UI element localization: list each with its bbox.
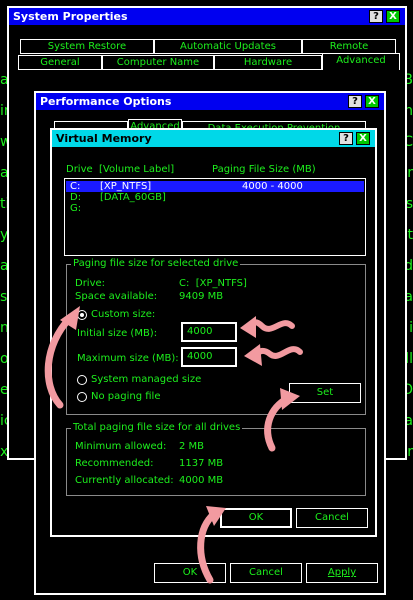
drive-label: [XP_NTFS] <box>100 181 152 192</box>
total-paging-group: Total paging file size for all drives Mi… <box>66 422 366 496</box>
background-text-fragment: r <box>407 165 413 181</box>
drive-column-header: Drive [Volume Label] <box>66 164 175 175</box>
drive-row-c[interactable]: C: [XP_NTFS] 4000 - 4000 <box>66 181 364 192</box>
no-paging-radio[interactable] <box>77 392 87 402</box>
virtual-memory-dialog: Virtual Memory ? X Drive [Volume Label] … <box>50 128 377 537</box>
help-button[interactable]: ? <box>369 10 383 23</box>
help-button[interactable]: ? <box>348 95 362 108</box>
recommended-label: Recommended: <box>75 458 154 469</box>
group-legend: Total paging file size for all drives <box>71 422 243 433</box>
ok-button[interactable]: OK <box>154 563 226 583</box>
tab-system-restore[interactable]: System Restore <box>20 39 154 54</box>
close-button[interactable]: X <box>365 95 379 108</box>
drive-row-g[interactable]: G: <box>66 203 364 214</box>
tab-advanced[interactable]: Advanced <box>322 53 400 70</box>
initial-size-label: Initial size (MB): <box>77 328 158 339</box>
paging-size-column-header: Paging File Size (MB) <box>212 164 316 175</box>
cancel-button[interactable]: Cancel <box>230 563 302 583</box>
help-button[interactable]: ? <box>339 132 353 145</box>
custom-size-label[interactable]: Custom size: <box>91 309 155 320</box>
group-legend: Paging file size for selected drive <box>71 258 241 269</box>
drive-letter: D: <box>70 192 82 203</box>
window-title: Performance Options <box>40 95 172 108</box>
performance-options-titlebar: Performance Options ? X <box>36 93 384 110</box>
ok-button[interactable]: OK <box>220 508 292 528</box>
drive-list[interactable]: C: [XP_NTFS] 4000 - 4000 D: [DATA_60GB] … <box>64 178 366 256</box>
selected-drive-group: Paging file size for selected drive Driv… <box>66 258 366 415</box>
maximum-size-label: Maximum size (MB): <box>77 353 179 364</box>
drive-value: C: [XP_NTFS] <box>179 278 247 289</box>
tab-remote[interactable]: Remote <box>302 39 396 54</box>
window-title: System Properties <box>13 10 128 23</box>
close-button[interactable]: X <box>386 10 400 23</box>
tab-automatic-updates[interactable]: Automatic Updates <box>154 39 302 54</box>
minimum-allowed-label: Minimum allowed: <box>75 441 167 452</box>
system-managed-label[interactable]: System managed size <box>91 374 201 385</box>
system-managed-radio[interactable] <box>77 375 87 385</box>
tab-general[interactable]: General <box>18 55 102 70</box>
set-button[interactable]: Set <box>289 383 361 403</box>
space-available-value: 9409 MB <box>179 291 224 302</box>
recommended-value: 1137 MB <box>179 458 224 469</box>
currently-allocated-label: Currently allocated: <box>75 475 174 486</box>
apply-button[interactable]: Apply <box>306 563 378 583</box>
no-paging-label[interactable]: No paging file <box>91 391 160 402</box>
paging-size: 4000 - 4000 <box>242 181 303 192</box>
maximum-size-input[interactable]: 4000 <box>181 347 237 367</box>
space-available-label: Space available: <box>75 291 158 302</box>
cancel-button[interactable]: Cancel <box>296 508 368 528</box>
close-button[interactable]: X <box>356 132 370 145</box>
system-properties-titlebar: System Properties ? X <box>9 8 405 25</box>
window-title: Virtual Memory <box>56 132 152 145</box>
custom-size-radio[interactable] <box>77 310 87 320</box>
virtual-memory-titlebar: Virtual Memory ? X <box>52 130 375 147</box>
drive-letter: G: <box>70 203 82 214</box>
initial-size-input[interactable]: 4000 <box>181 322 237 342</box>
drive-letter: C: <box>70 181 81 192</box>
background-text-fragment: t <box>407 227 413 243</box>
tab-hardware[interactable]: Hardware <box>214 55 322 70</box>
drive-label: Drive: <box>75 278 106 289</box>
background-text-fragment: r <box>407 444 413 460</box>
minimum-allowed-value: 2 MB <box>179 441 205 452</box>
background-text-fragment: i <box>409 320 413 336</box>
drive-label: [DATA_60GB] <box>100 192 166 203</box>
drive-row-d[interactable]: D: [DATA_60GB] <box>66 192 364 203</box>
tab-computer-name[interactable]: Computer Name <box>102 55 214 70</box>
currently-allocated-value: 4000 MB <box>179 475 224 486</box>
